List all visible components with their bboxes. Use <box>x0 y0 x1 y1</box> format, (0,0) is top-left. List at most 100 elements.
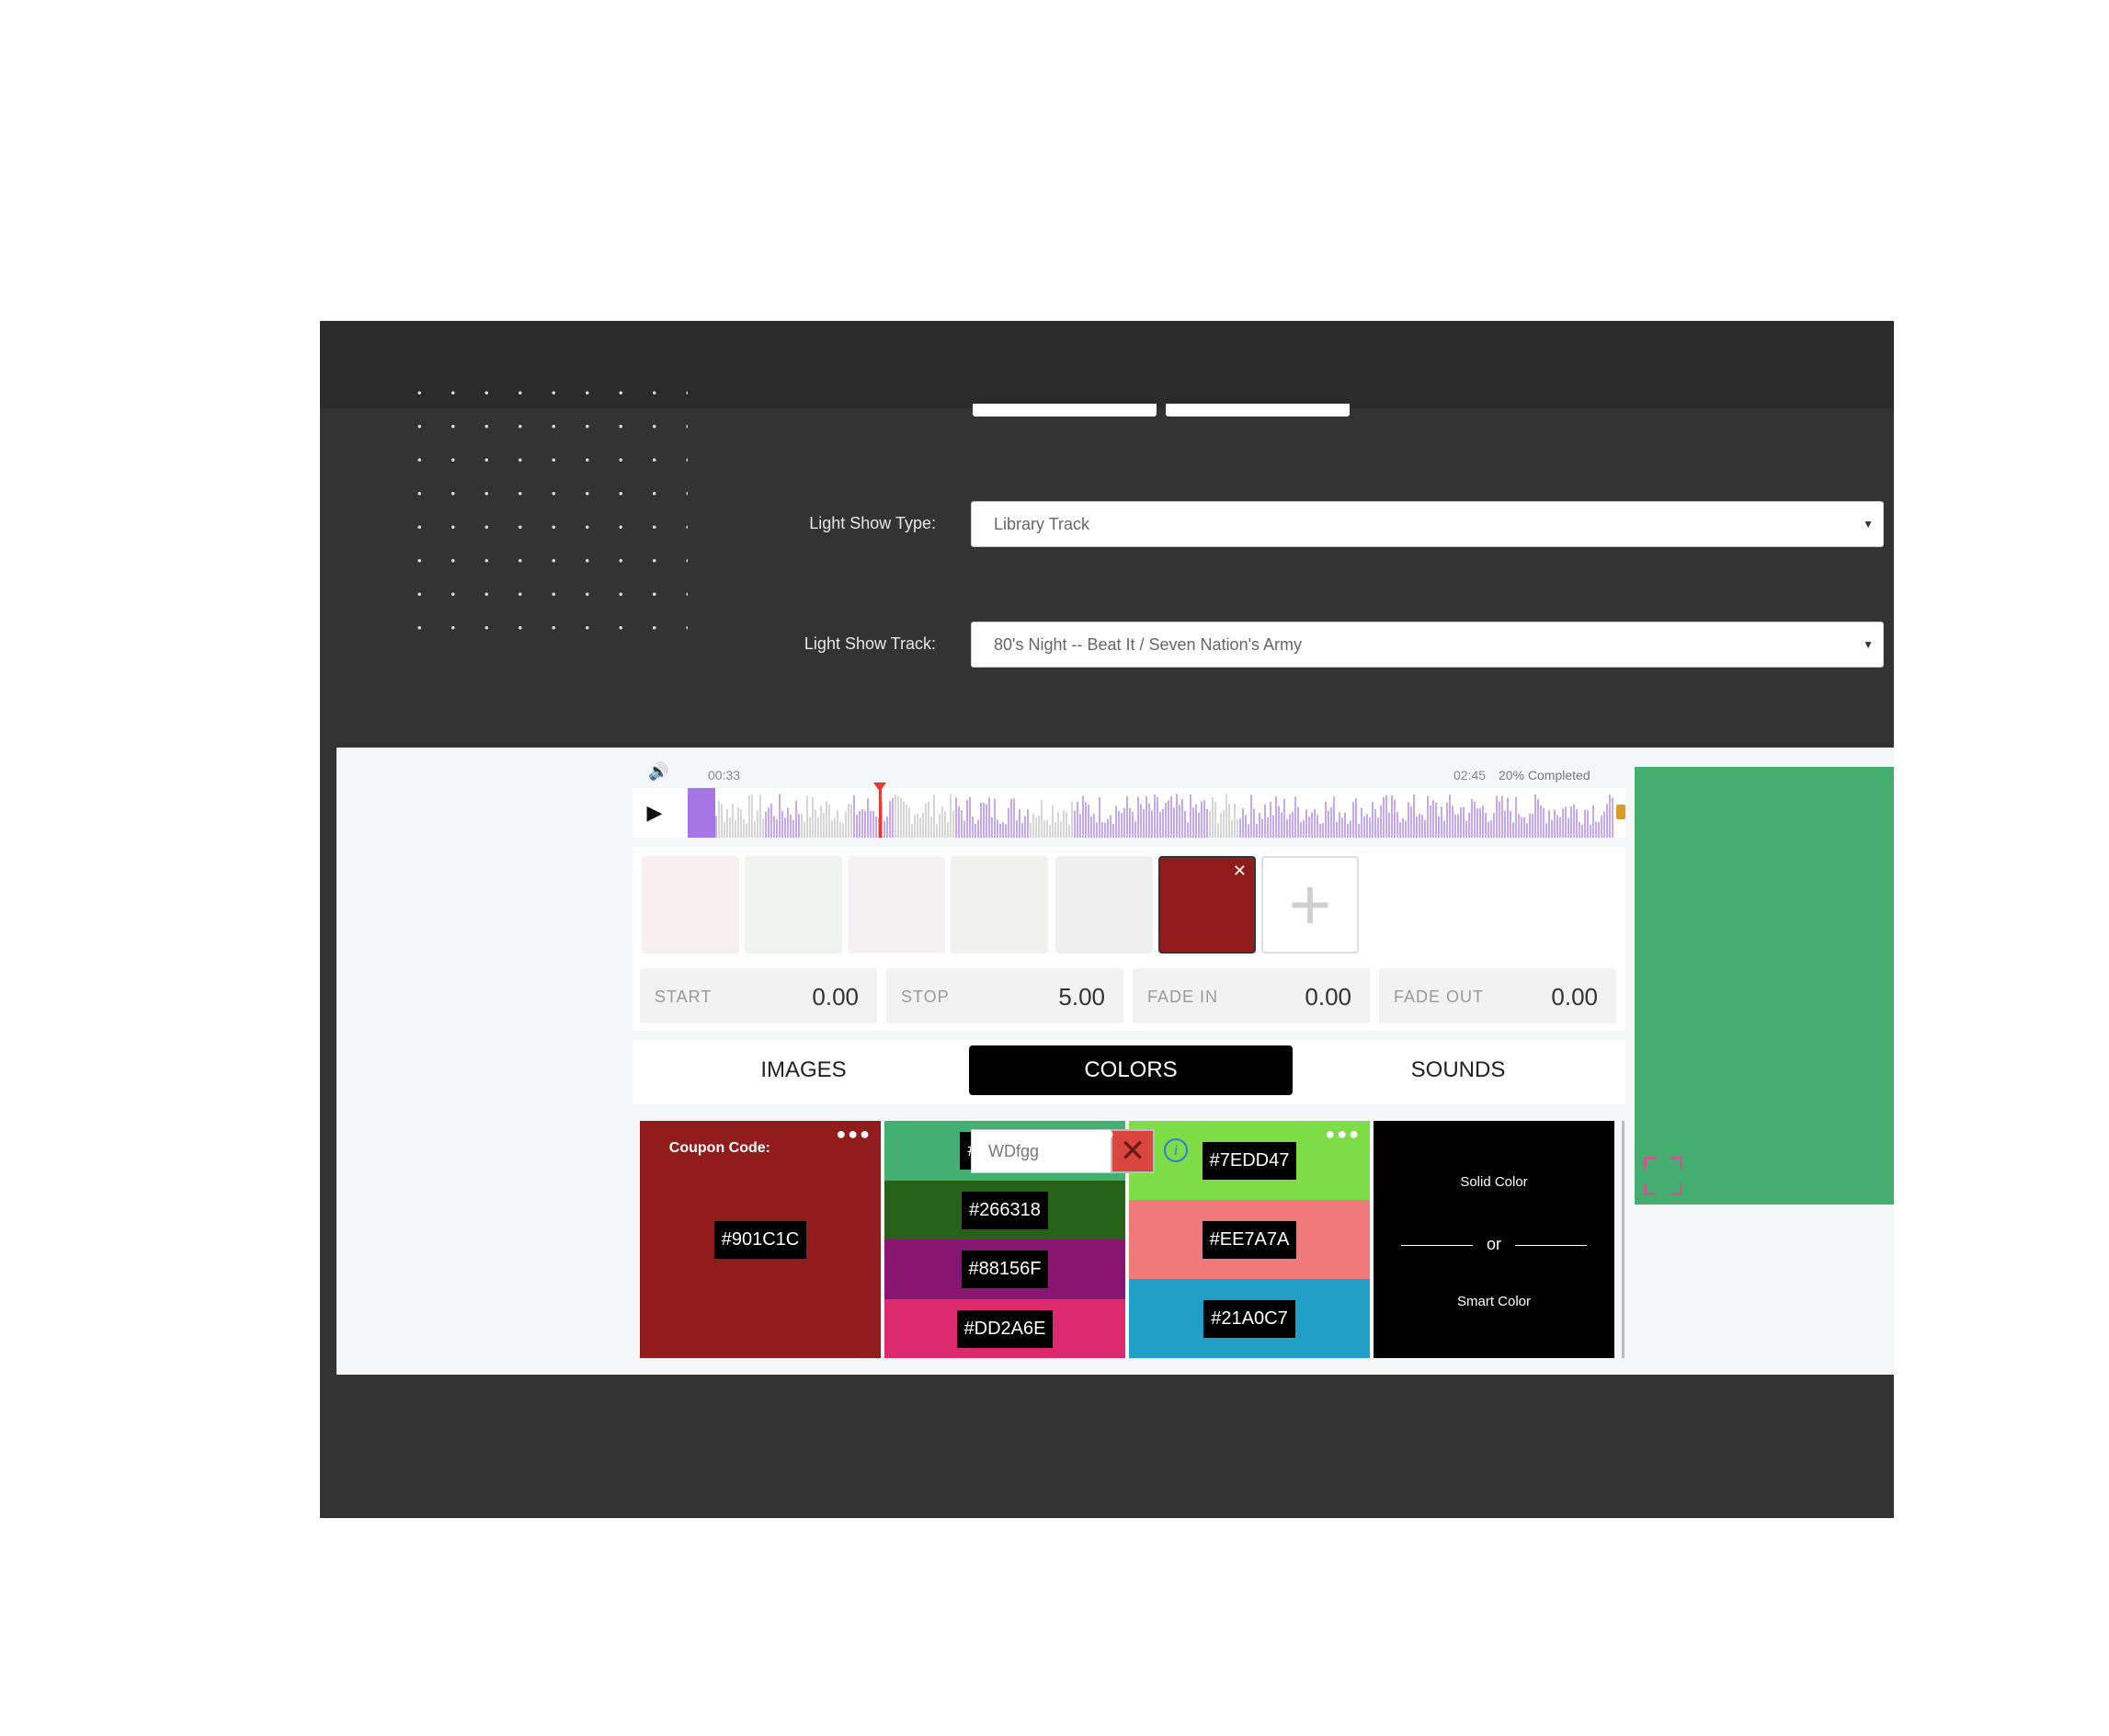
waveform-bar-segment <box>1317 814 1318 838</box>
end-handle[interactable] <box>1616 805 1625 819</box>
waveform-bar-segment <box>1576 809 1578 838</box>
waveform-bar-segment <box>1292 811 1294 838</box>
scrollbar[interactable] <box>1622 1121 1624 1358</box>
waveform-bar-segment <box>1344 812 1346 838</box>
waveform-bar-segment <box>1465 820 1467 838</box>
dot-grid-decoration <box>403 376 688 652</box>
frame-thumb-selected[interactable]: ✕ <box>1158 856 1256 954</box>
expand-icon[interactable] <box>1644 1157 1682 1195</box>
waveform-bar-segment <box>1438 816 1440 838</box>
stop-field[interactable]: STOP 5.00 <box>886 968 1123 1023</box>
waveform-bar-segment <box>939 813 940 838</box>
start-value[interactable]: 0.00 <box>812 983 859 1011</box>
waveform-bar-segment <box>1499 801 1500 838</box>
waveform-bar-segment <box>792 819 794 838</box>
light-show-type-select[interactable]: Library Track ▼ <box>971 501 1884 547</box>
waveform-bar-segment <box>1002 822 1004 838</box>
waveform-bar-segment <box>845 811 847 838</box>
fade-in-value[interactable]: 0.00 <box>1305 983 1351 1011</box>
more-options-icon[interactable]: ●●● <box>836 1125 872 1144</box>
waveform-bar-segment <box>1146 796 1147 838</box>
volume-icon[interactable]: 🔊 <box>648 762 668 782</box>
waveform-bar-segment <box>817 817 819 838</box>
waveform-bar-segment <box>795 800 797 838</box>
waveform-bar-segment <box>1452 805 1454 838</box>
waveform-bar-segment <box>1143 809 1145 838</box>
waveform-bar-segment <box>826 801 827 838</box>
frame-thumb-4[interactable] <box>951 856 1048 954</box>
waveform-bar-segment <box>1220 813 1222 838</box>
top-button-1[interactable] <box>973 404 1157 417</box>
tab-colors[interactable]: COLORS <box>969 1045 1293 1095</box>
frame-thumb-3[interactable] <box>848 856 945 954</box>
waveform-bar-segment <box>1311 812 1313 838</box>
waveform-bar-segment <box>1421 815 1423 838</box>
waveform-bar-segment <box>1358 824 1360 838</box>
waveform-bar-segment <box>1501 795 1503 838</box>
waveform-bar-segment <box>831 820 833 838</box>
waveform-bar-segment <box>972 817 974 838</box>
fade-in-field[interactable]: FADE IN 0.00 <box>1133 968 1370 1023</box>
playhead-marker[interactable] <box>873 782 886 838</box>
tab-sounds[interactable]: SOUNDS <box>1296 1045 1620 1095</box>
top-button-2[interactable] <box>1166 404 1350 417</box>
waveform-start-highlight <box>688 788 715 838</box>
waveform-bar-segment <box>842 823 844 838</box>
waveform-bar-segment <box>1112 823 1114 838</box>
waveform-bar-segment <box>1126 796 1128 838</box>
waveform-bar-segment <box>1049 824 1051 838</box>
waveform-bar-segment <box>1366 814 1368 838</box>
more-options-icon[interactable]: ●●● <box>1080 1125 1116 1144</box>
waveform-bar-segment <box>839 821 841 838</box>
frame-thumb-2[interactable] <box>745 856 842 954</box>
more-options-icon[interactable]: ●●● <box>1325 1125 1361 1144</box>
waveform-bar-segment <box>1430 805 1431 838</box>
waveform-bar-segment <box>1237 819 1238 838</box>
waveform-bar-segment <box>1162 809 1164 838</box>
clear-coupon-button[interactable]: ✕ <box>1111 1129 1155 1173</box>
waveform[interactable] <box>688 788 1614 838</box>
frame-thumb-5[interactable] <box>1055 856 1153 954</box>
fade-out-field[interactable]: FADE OUT 0.00 <box>1379 968 1616 1023</box>
waveform-bar-segment <box>1579 821 1580 838</box>
fade-out-value[interactable]: 0.00 <box>1551 983 1598 1011</box>
light-show-track-select[interactable]: 80's Night -- Beat It / Seven Nation's A… <box>971 622 1884 668</box>
light-show-track-label: Light Show Track: <box>804 634 936 653</box>
waveform-bar-segment <box>1394 799 1396 838</box>
waveform-bar-segment <box>1419 814 1420 838</box>
waveform-bar-segment <box>1396 811 1398 838</box>
info-icon[interactable]: i <box>1164 1138 1188 1162</box>
waveform-bar-segment <box>1294 796 1296 838</box>
remove-frame-icon[interactable]: ✕ <box>1233 862 1247 881</box>
waveform-bar-segment <box>1590 824 1591 838</box>
swatch-band: #88156F <box>884 1239 1125 1299</box>
waveform-bar-segment <box>1584 809 1586 838</box>
waveform-bar-segment <box>1454 814 1456 838</box>
add-frame-button[interactable]: + <box>1261 856 1359 954</box>
waveform-bar-segment <box>1030 822 1032 838</box>
waveform-bar-segment <box>1446 802 1448 838</box>
waveform-bar[interactable]: ▶ <box>633 782 1625 838</box>
waveform-bar-segment <box>798 814 800 838</box>
waveform-bar-segment <box>1581 824 1583 838</box>
waveform-bar-segment <box>746 823 747 838</box>
waveform-bar-segment <box>1024 816 1026 838</box>
frame-thumb-1[interactable] <box>642 856 739 954</box>
stop-value[interactable]: 5.00 <box>1058 983 1105 1011</box>
waveform-bar-segment <box>1165 803 1167 838</box>
coupon-code-label: Coupon Code: <box>668 1140 770 1156</box>
play-button[interactable]: ▶ <box>633 788 677 838</box>
waveform-bar-segment <box>1187 822 1189 838</box>
waveform-bar-segment <box>1060 821 1062 838</box>
waveform-bar-segment <box>770 804 772 838</box>
waveform-bar-segment <box>740 809 742 838</box>
waveform-bar-segment <box>801 814 803 838</box>
waveform-bar-segment <box>999 823 1001 838</box>
smart-color-card[interactable]: Solid Color or Smart Color <box>1374 1121 1614 1358</box>
waveform-bar-segment <box>1391 794 1393 838</box>
tab-images[interactable]: IMAGES <box>642 1045 965 1095</box>
waveform-bar-segment <box>1079 814 1081 838</box>
start-field[interactable]: START 0.00 <box>640 968 877 1023</box>
waveform-bar-segment <box>1601 815 1602 838</box>
waveform-bar-segment <box>1587 810 1589 838</box>
